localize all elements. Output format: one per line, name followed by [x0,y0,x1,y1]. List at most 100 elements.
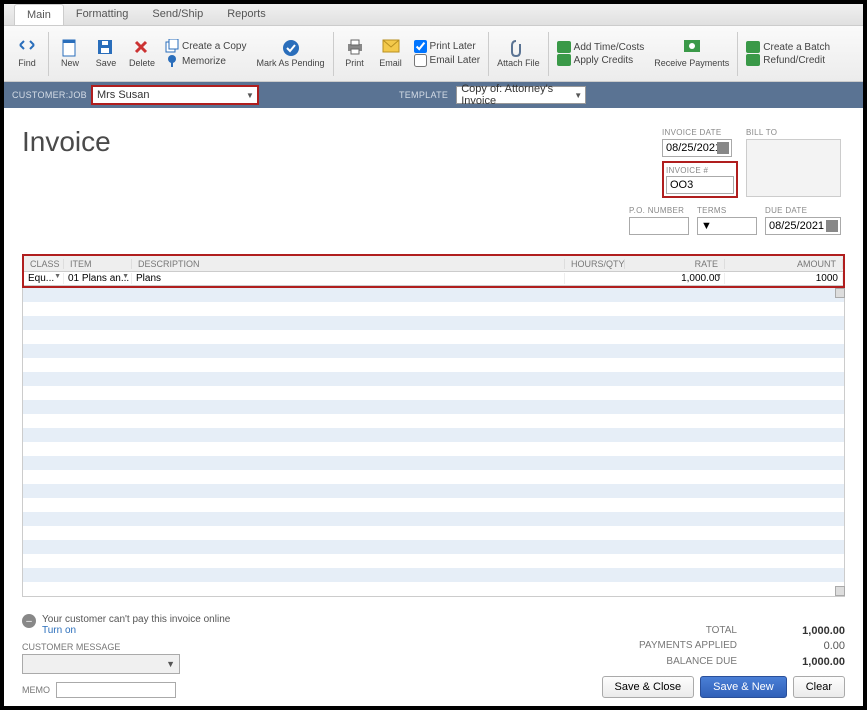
table-row[interactable] [23,512,844,526]
due-date-value: 08/25/2021 [769,220,824,232]
calendar-icon[interactable] [826,220,838,232]
clear-button[interactable]: Clear [793,676,845,698]
balance-value: 1,000.00 [765,655,845,670]
turn-on-link[interactable]: Turn on [42,625,230,636]
receive-pay-label: Receive Payments [654,59,729,69]
tab-reports[interactable]: Reports [215,4,278,25]
table-row[interactable] [23,358,844,372]
add-time-button[interactable]: Add Time/Costs [557,41,645,53]
table-row[interactable] [23,582,844,596]
table-row[interactable] [23,470,844,484]
tab-main[interactable]: Main [14,4,64,25]
table-header: CLASS ITEM DESCRIPTION HOURS/QTY RATE AM… [24,256,843,272]
attach-button[interactable]: Attach File [493,37,544,71]
memo-input[interactable] [56,682,176,698]
memorize-label: Memorize [182,56,226,67]
template-dropdown[interactable]: Copy of: Attorney's Invoice ▼ [456,86,586,104]
table-row[interactable] [23,540,844,554]
header-fields: INVOICE DATE 08/25/2021 INVOICE # OO3 BI… [662,128,841,198]
customer-job-dropdown[interactable]: Mrs Susan ▼ [91,85,259,105]
cell-item[interactable]: 01 Plans an...▼ [64,273,132,284]
invoice-num-input[interactable]: OO3 [666,176,734,194]
save-close-button[interactable]: Save & Close [602,676,695,698]
terms-label: TERMS [697,206,757,215]
create-copy-button[interactable]: Create a Copy [165,39,246,53]
table-row[interactable] [23,400,844,414]
find-button[interactable]: Find [10,37,44,71]
col-desc: DESCRIPTION [132,259,565,269]
memorize-button[interactable]: Memorize [165,54,246,68]
page-icon [61,39,79,57]
table-row[interactable]: Equ...▼ 01 Plans an...▼ Plans 1,000.00▼ … [24,272,843,286]
tab-formatting[interactable]: Formatting [64,4,141,25]
col-rate: RATE [625,259,725,269]
table-row[interactable] [23,442,844,456]
batch-icon [746,41,760,53]
apply-credits-button[interactable]: Apply Credits [557,54,645,66]
paynote-text: Your customer can't pay this invoice onl… [42,614,230,625]
cell-rate[interactable]: 1,000.00▼ [625,273,725,284]
paperclip-icon [509,39,527,57]
invoice-date-value: 08/25/2021 [666,142,721,154]
email-later-checkbox[interactable]: Email Later [414,54,481,67]
table-row[interactable] [23,288,844,302]
customer-message-dropdown[interactable]: ▼ [22,654,180,674]
money-icon [683,39,701,57]
attach-label: Attach File [497,59,540,69]
invoice-date-input[interactable]: 08/25/2021 [662,139,732,157]
terms-dropdown[interactable]: ▼ [697,217,757,235]
x-icon [133,39,151,57]
table-row[interactable] [23,316,844,330]
table-row[interactable] [23,428,844,442]
table-body-empty[interactable] [22,288,845,597]
cell-class[interactable]: Equ...▼ [24,273,64,284]
cell-amount[interactable]: 1000 [725,273,843,284]
table-row[interactable] [23,554,844,568]
create-copy-label: Create a Copy [182,41,246,52]
sub-header-fields: P.O. NUMBER TERMS▼ DUE DATE08/25/2021 [629,206,841,235]
email-button[interactable]: Email [374,37,408,71]
refund-button[interactable]: Refund/Credit [746,54,830,66]
cell-class-value: Equ... [28,273,54,284]
scroll-down-icon[interactable] [835,586,845,596]
table-row[interactable] [23,302,844,316]
table-row[interactable] [23,526,844,540]
table-row[interactable] [23,344,844,358]
save-label: Save [96,59,117,69]
new-button[interactable]: New [53,37,87,71]
table-row[interactable] [23,414,844,428]
table-row[interactable] [23,386,844,400]
mark-pending-button[interactable]: Mark As Pending [253,37,329,71]
calendar-icon[interactable] [717,142,729,154]
table-row[interactable] [23,568,844,582]
delete-button[interactable]: Delete [125,37,159,71]
po-input[interactable] [629,217,689,235]
customer-job-label: CUSTOMER:JOB [12,90,87,100]
info-icon: – [22,614,36,628]
tab-sendship[interactable]: Send/Ship [140,4,215,25]
printer-icon [346,39,364,57]
customer-bar: CUSTOMER:JOB Mrs Susan ▼ TEMPLATE Copy o… [4,82,863,108]
table-row[interactable] [23,330,844,344]
due-date-input[interactable]: 08/25/2021 [765,217,841,235]
bill-to-box[interactable] [746,139,841,197]
print-later-box[interactable] [414,40,427,53]
table-row[interactable] [23,372,844,386]
save-new-button[interactable]: Save & New [700,676,787,698]
table-row[interactable] [23,498,844,512]
invoice-date-label: INVOICE DATE [662,128,738,137]
scroll-up-icon[interactable] [835,288,845,298]
create-batch-button[interactable]: Create a Batch [746,41,830,53]
email-later-box[interactable] [414,54,427,67]
customer-value: Mrs Susan [97,89,150,101]
template-value: Copy of: Attorney's Invoice [461,83,581,107]
print-button[interactable]: Print [338,37,372,71]
table-row[interactable] [23,456,844,470]
receive-payments-button[interactable]: Receive Payments [650,37,733,71]
save-button[interactable]: Save [89,37,123,71]
chevron-down-icon: ▼ [54,273,61,280]
table-row[interactable] [23,484,844,498]
chevron-down-icon: ▼ [246,91,254,100]
cell-desc[interactable]: Plans [132,273,565,284]
print-later-checkbox[interactable]: Print Later [414,40,481,53]
